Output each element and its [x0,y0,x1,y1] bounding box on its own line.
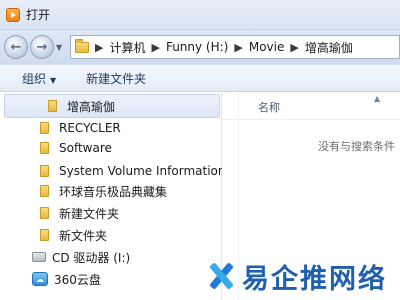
breadcrumb-computer[interactable]: 计算机 [109,39,145,56]
nav-item-label: 增高瑜伽 [67,99,116,114]
address-row: ← → ▼ ▶ 计算机 ▶ Funny (H:) ▶ Movie ▶ 增高瑜伽 [0,30,400,64]
nav-item-universal-music[interactable]: 环球音乐极品典藏集 [40,180,167,202]
folder-icon [40,122,49,134]
nav-item-label: 环球音乐极品典藏集 [59,184,168,199]
folder-icon [40,207,49,219]
nav-item-label: CD 驱动器 (I:) [52,250,131,265]
nav-item-360-cloud[interactable]: ☁ 360云盘 [32,268,101,290]
title-bar: 打开 [0,0,400,30]
column-header-name[interactable]: 名称 [258,99,280,115]
breadcrumb-separator-icon[interactable]: ▶ [95,41,103,54]
folder-icon [40,142,49,154]
nav-item-xin-folder[interactable]: 新文件夹 [40,224,107,246]
folder-icon [40,229,49,241]
breadcrumb-separator-icon[interactable]: ▶ [290,41,298,54]
nav-item-label: 新建文件夹 [59,206,120,221]
breadcrumb-movie[interactable]: Movie [249,40,285,54]
toolbar: 组织 ▼ 新建文件夹 [0,64,400,92]
breadcrumb-separator-icon[interactable]: ▶ [234,41,242,54]
nav-item-label: 新文件夹 [59,228,108,243]
folder-icon [48,100,57,112]
address-bar[interactable]: ▶ 计算机 ▶ Funny (H:) ▶ Movie ▶ 增高瑜伽 [70,35,400,59]
column-header-row: 名称 ▲ [222,92,400,120]
cloud-drive-icon: ☁ [32,272,48,286]
new-folder-button[interactable]: 新建文件夹 [86,70,146,87]
empty-message: 没有与搜索条件 [318,140,395,153]
folder-icon [75,38,89,53]
nav-item-recycler[interactable]: RECYCLER [40,117,121,139]
breadcrumb-separator-icon[interactable]: ▶ [151,41,159,54]
watermark-logo-icon [206,261,236,291]
nav-item-label: RECYCLER [59,121,121,135]
cd-drive-icon [32,252,46,262]
forward-arrow-icon[interactable]: → [30,35,54,59]
sort-chevron-up-icon: ▲ [374,94,381,103]
watermark: 易企推网络 [206,256,400,296]
app-icon [6,7,20,22]
navigation-pane: 增高瑜伽 RECYCLER Software System Volume Inf… [0,92,225,300]
organize-button[interactable]: 组织 ▼ [22,70,56,87]
recent-pages-chevron-icon[interactable]: ▼ [56,43,66,52]
nav-item-cd-drive[interactable]: CD 驱动器 (I:) [32,246,130,268]
breadcrumb-drive[interactable]: Funny (H:) [166,40,228,54]
breadcrumb-current[interactable]: 增高瑜伽 [305,39,353,56]
window-title: 打开 [26,8,51,22]
folder-icon [40,185,49,197]
chevron-down-icon: ▼ [50,75,57,85]
nav-item-software[interactable]: Software [40,137,112,159]
watermark-text: 易企推网络 [242,263,387,295]
nav-item-new-folder[interactable]: 新建文件夹 [40,202,119,224]
nav-item-label: 360云盘 [54,272,101,287]
nav-item-label: System Volume Information [59,164,226,178]
back-arrow-icon[interactable]: ← [4,35,28,59]
folder-icon [40,165,49,177]
nav-item-zenggao-yoga[interactable]: 增高瑜伽 [48,95,115,117]
nav-item-system-volume-information[interactable]: System Volume Information [40,160,225,182]
nav-item-label: Software [59,141,112,155]
organize-label: 组织 [22,71,47,86]
